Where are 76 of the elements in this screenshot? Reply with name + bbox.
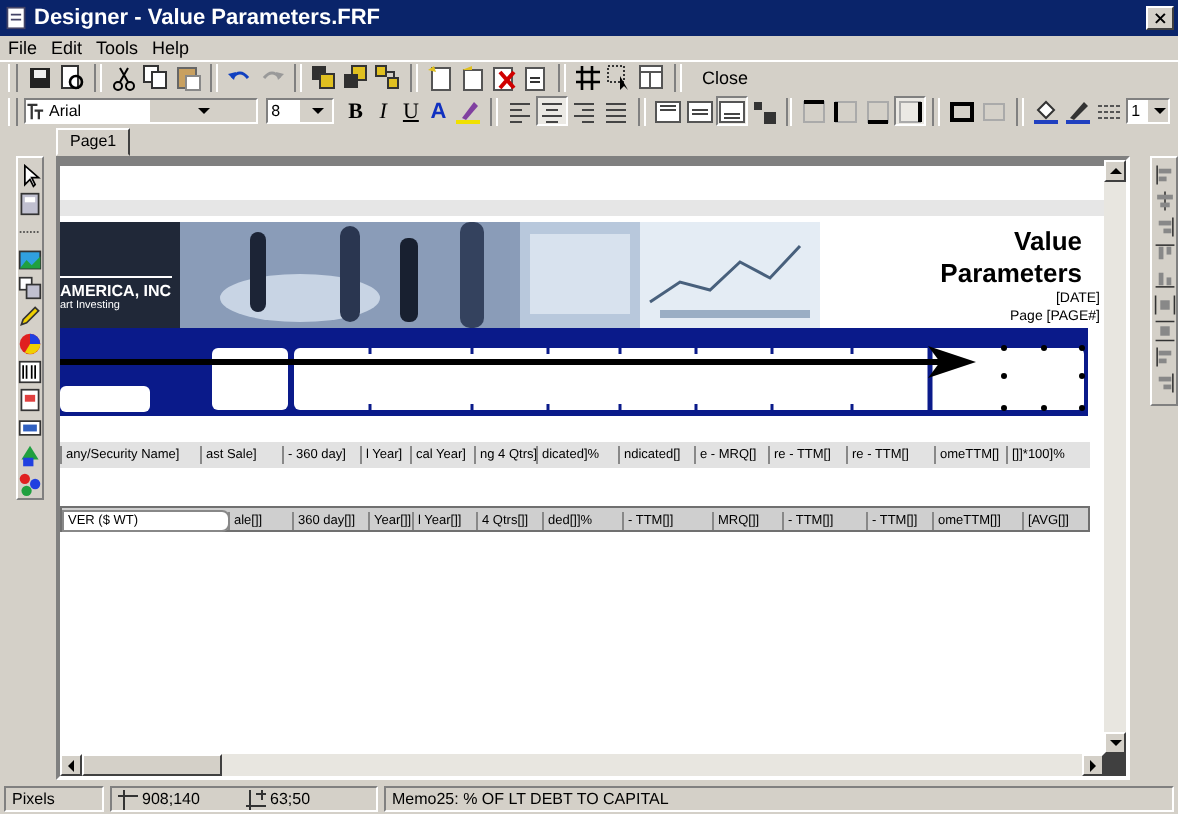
line-color-icon[interactable]: [1063, 97, 1092, 125]
close-button[interactable]: Close: [688, 63, 763, 93]
font-size-dropdown[interactable]: 8: [265, 98, 334, 124]
align-left-icon[interactable]: [1153, 164, 1175, 186]
barcode-icon[interactable]: [18, 359, 42, 383]
field-icon[interactable]: [18, 415, 42, 439]
horizontal-spacing-icon[interactable]: [1153, 294, 1175, 316]
font-dropdown[interactable]: Arial: [23, 98, 258, 124]
underline-button[interactable]: U: [397, 96, 425, 126]
page-tab[interactable]: Page1: [56, 128, 131, 156]
highlighter-icon[interactable]: [454, 97, 483, 125]
grid-icon[interactable]: [574, 64, 602, 92]
vertical-scrollbar[interactable]: [1104, 160, 1126, 754]
window-icon[interactable]: [638, 64, 666, 92]
stacked-squares-icon[interactable]: [342, 64, 370, 92]
align-top-icon[interactable]: [1153, 242, 1175, 264]
left-border-button[interactable]: [830, 96, 863, 126]
position-icon: [118, 789, 138, 809]
linked-squares-icon[interactable]: [374, 64, 402, 92]
font-color-button[interactable]: A: [424, 96, 453, 126]
align-right-icon[interactable]: [1153, 216, 1175, 238]
align-top-button[interactable]: [651, 96, 684, 126]
page-icon[interactable]: [458, 64, 486, 92]
size-value: 63;50: [270, 790, 311, 808]
font-icon: [25, 101, 46, 121]
horizontal-scrollbar[interactable]: [60, 754, 1104, 776]
copy-icon[interactable]: [142, 64, 170, 92]
menu-item[interactable]: Tools: [96, 38, 139, 58]
menu-item[interactable]: File: [8, 38, 38, 58]
squares-icon[interactable]: [18, 275, 42, 299]
menu-item[interactable]: Edit: [51, 38, 83, 58]
new-page-icon[interactable]: [426, 64, 454, 92]
bottom-border-button[interactable]: [862, 96, 895, 126]
circles-icon[interactable]: [18, 471, 42, 495]
paste-icon[interactable]: [174, 64, 202, 92]
close-button[interactable]: [1146, 6, 1174, 30]
picture-icon[interactable]: [18, 247, 42, 271]
print-preview-icon[interactable]: [58, 64, 86, 92]
cut-icon[interactable]: [110, 64, 138, 92]
report-title: Value Parameters: [938, 226, 1082, 290]
align-bottom-icon[interactable]: [1153, 268, 1175, 290]
align-middle-button[interactable]: [683, 96, 716, 126]
page-lines-icon[interactable]: [522, 64, 550, 92]
fill-color-icon[interactable]: [1031, 97, 1060, 125]
align-right-icon[interactable]: [1153, 372, 1175, 394]
delete-page-icon[interactable]: [490, 64, 518, 92]
close-icon: [1151, 9, 1169, 27]
selection-handles[interactable]: [1001, 345, 1085, 411]
position-value: 908;140: [142, 790, 202, 808]
logo-text: AMERICA, INC: [60, 276, 172, 300]
menu-item[interactable]: Help: [152, 38, 190, 58]
vertical-spacing-icon[interactable]: [1153, 320, 1175, 342]
align-center-button[interactable]: [535, 96, 568, 126]
units-label: Pixels: [4, 786, 104, 812]
squares-icon[interactable]: [749, 97, 778, 125]
top-border-button[interactable]: [798, 96, 831, 126]
pencil-icon[interactable]: [18, 303, 42, 327]
shapes-icon[interactable]: [18, 443, 42, 467]
line-width-dropdown[interactable]: 1: [1125, 98, 1170, 124]
save-icon[interactable]: [26, 64, 54, 92]
pointer-icon[interactable]: [18, 163, 42, 187]
align-left-icon[interactable]: [1153, 346, 1175, 368]
align-bottom-button[interactable]: [715, 96, 748, 126]
italic-button[interactable]: I: [369, 96, 398, 126]
selection-info: Memo25: % OF LT DEBT TO CAPITAL: [384, 786, 1174, 812]
size-icon: [246, 789, 266, 809]
pie-chart-icon[interactable]: [18, 331, 42, 355]
window-title: Designer - Value Parameters.FRF: [34, 6, 383, 30]
align-center-icon[interactable]: [1153, 190, 1175, 212]
app-icon: [4, 6, 28, 30]
stacked-squares-icon[interactable]: [310, 64, 338, 92]
all-borders-icon[interactable]: [947, 97, 976, 125]
right-border-button[interactable]: [894, 96, 927, 126]
bold-button[interactable]: B: [341, 96, 370, 126]
document-icon[interactable]: [18, 387, 42, 411]
label-icon[interactable]: [18, 191, 42, 215]
